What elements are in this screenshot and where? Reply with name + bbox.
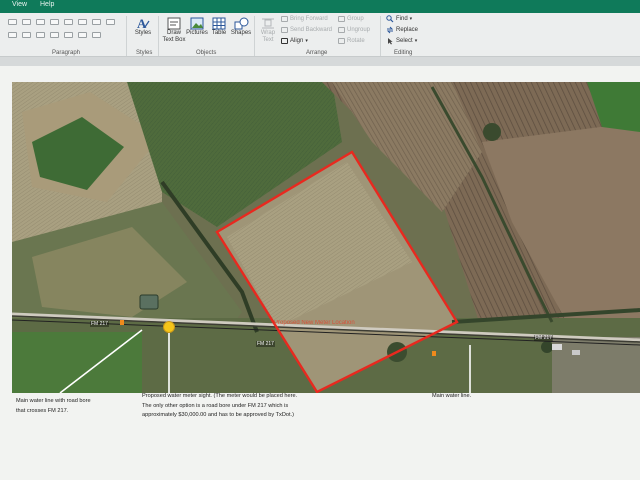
shading-icon[interactable]: [78, 32, 87, 38]
styles-icon: A: [135, 16, 151, 30]
decrease-indent-icon[interactable]: [36, 19, 45, 25]
rotate-icon: [338, 38, 345, 44]
road-label: FM 217: [256, 341, 275, 347]
select-button[interactable]: Select ▾: [386, 37, 417, 45]
send-backward-label: Send Backward: [290, 27, 333, 33]
select-label: Select: [396, 38, 413, 44]
ltr-icon[interactable]: [92, 19, 101, 25]
road-label: FM 217: [90, 321, 109, 327]
table-label: Table: [211, 30, 227, 36]
bullets-icon[interactable]: [8, 19, 17, 25]
show-marks-icon[interactable]: [78, 19, 87, 25]
send-backward-button[interactable]: Send Backward: [281, 27, 332, 33]
ribbon-divider: [126, 16, 127, 56]
group-label: Group: [347, 16, 364, 22]
field-label: Proposed New Meter Location: [274, 320, 355, 326]
caption-main-water-line-bore: Main water line with road bore that cros…: [16, 398, 91, 414]
numbering-icon[interactable]: [22, 19, 31, 25]
pictures-label: Pictures: [186, 30, 208, 36]
table-button[interactable]: Table: [208, 16, 230, 37]
styles-label: Styles: [134, 30, 152, 36]
caption-proposed-meter: Proposed water meter sight. (The meter w…: [142, 393, 298, 418]
menu-item-view[interactable]: View: [12, 1, 27, 8]
chevron-down-icon: ▾: [409, 16, 413, 22]
rotate-button[interactable]: Rotate: [338, 38, 365, 44]
align-right-icon[interactable]: [36, 32, 45, 38]
increase-indent-icon[interactable]: [50, 19, 59, 25]
send-backward-icon: [281, 27, 288, 33]
wrap-text-button[interactable]: Wrap Text: [257, 16, 279, 44]
bring-forward-icon: [281, 16, 288, 22]
wrap-text-icon: [260, 16, 276, 30]
svg-text:A: A: [137, 16, 147, 30]
cursor-icon: [388, 38, 393, 45]
group-icon: [338, 16, 345, 22]
line-spacing-icon[interactable]: [64, 32, 73, 38]
meter-marker: [163, 321, 175, 333]
group-label-paragraph: Paragraph: [52, 50, 81, 56]
menu-item-help[interactable]: Help: [40, 1, 54, 8]
ribbon-divider: [380, 16, 381, 56]
styles-button[interactable]: A Styles: [132, 16, 154, 37]
shapes-label: Shapes: [230, 30, 252, 36]
replace-label: Replace: [396, 27, 419, 33]
group-label-editing: Editing: [394, 50, 413, 56]
ungroup-label: Ungroup: [347, 27, 371, 33]
aerial-map-image[interactable]: Proposed New Meter Location FM 217 FM 21…: [12, 82, 640, 393]
align-label: Align: [290, 38, 304, 44]
replace-icon: [386, 26, 394, 34]
shapes-icon: [233, 16, 249, 30]
pictures-icon: [189, 16, 205, 30]
group-label-arrange: Arrange: [306, 50, 328, 56]
align-button[interactable]: Align ▾: [281, 38, 308, 44]
justify-icon[interactable]: [50, 32, 59, 38]
group-button[interactable]: Group: [338, 16, 364, 22]
ribbon-divider: [254, 16, 255, 56]
aerial-map-graphic: [12, 82, 640, 393]
group-label-objects: Objects: [196, 50, 217, 56]
ungroup-icon: [338, 27, 345, 33]
ruler-gap: [0, 57, 640, 66]
align-icon: [281, 38, 288, 44]
align-center-icon[interactable]: [22, 32, 31, 38]
find-label: Find: [396, 16, 408, 22]
draw-text-box-label: Draw Text Box: [162, 30, 186, 43]
bring-forward-button[interactable]: Bring Forward: [281, 16, 328, 22]
find-button[interactable]: Find ▾: [386, 15, 412, 23]
text-box-icon: [166, 16, 182, 30]
borders-icon[interactable]: [92, 32, 101, 38]
chevron-down-icon: ▾: [414, 38, 418, 44]
chevron-down-icon: ▾: [305, 38, 308, 44]
ribbon: Paragraph A Styles Styles Draw Text Box …: [0, 13, 640, 57]
search-icon: [386, 15, 394, 23]
align-left-icon[interactable]: [8, 32, 17, 38]
replace-button[interactable]: Replace: [386, 26, 418, 34]
caption-main-water-line: Main water line.: [432, 393, 472, 399]
group-label-styles: Styles: [136, 50, 153, 56]
bring-forward-label: Bring Forward: [290, 16, 328, 22]
table-icon: [211, 16, 227, 30]
pictures-button[interactable]: Pictures: [186, 16, 208, 37]
shapes-button[interactable]: Shapes: [230, 16, 252, 37]
ribbon-divider: [158, 16, 159, 56]
wrap-text-label: Wrap Text: [260, 30, 276, 43]
rtl-icon[interactable]: [106, 19, 115, 25]
road-label: FM 217: [534, 335, 553, 341]
menu-bar: View Help: [0, 0, 640, 13]
draw-text-box-button[interactable]: Draw Text Box: [162, 16, 186, 44]
ungroup-button[interactable]: Ungroup: [338, 27, 370, 33]
sort-icon[interactable]: [64, 19, 73, 25]
rotate-label: Rotate: [347, 38, 365, 44]
